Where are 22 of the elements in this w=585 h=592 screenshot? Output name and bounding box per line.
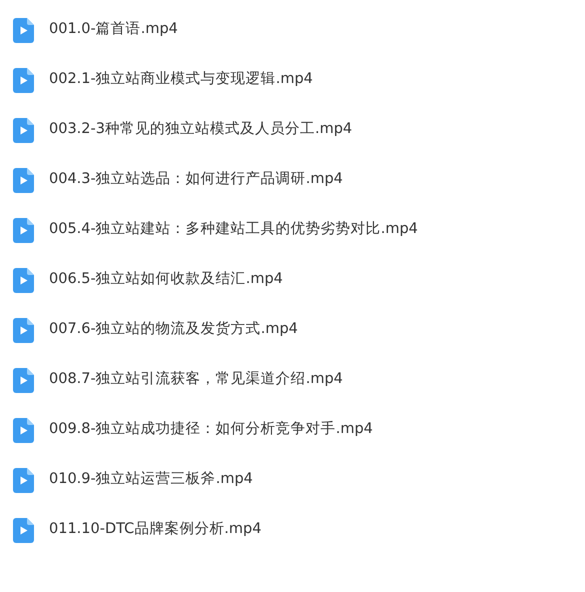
video-file-icon	[13, 318, 34, 342]
file-name[interactable]: 001.0-篇首语.mp4	[49, 19, 178, 41]
video-file-icon	[13, 418, 34, 442]
video-file-icon	[13, 518, 34, 542]
file-name[interactable]: 011.10-DTC品牌案例分析.mp4	[49, 519, 262, 541]
file-name[interactable]: 007.6-独立站的物流及发货方式.mp4	[49, 319, 298, 341]
video-file-icon	[13, 68, 34, 92]
file-name[interactable]: 002.1-独立站商业模式与变现逻辑.mp4	[49, 69, 313, 91]
file-name[interactable]: 006.5-独立站如何收款及结汇.mp4	[49, 269, 283, 291]
video-file-icon	[13, 18, 34, 42]
video-file-icon	[13, 268, 34, 292]
video-file-icon	[13, 168, 34, 192]
file-name[interactable]: 004.3-独立站选品：如何进行产品调研.mp4	[49, 169, 343, 191]
video-file-icon	[13, 118, 34, 142]
video-file-icon	[13, 218, 34, 242]
file-name[interactable]: 005.4-独立站建站：多种建站工具的优势劣势对比.mp4	[49, 219, 418, 241]
video-file-icon	[13, 468, 34, 492]
file-name[interactable]: 010.9-独立站运营三板斧.mp4	[49, 469, 253, 491]
video-file-icon	[13, 368, 34, 392]
file-name[interactable]: 008.7-独立站引流获客，常见渠道介绍.mp4	[49, 369, 343, 391]
file-name[interactable]: 009.8-独立站成功捷径：如何分析竞争对手.mp4	[49, 419, 373, 441]
file-name[interactable]: 003.2-3种常见的独立站模式及人员分工.mp4	[49, 119, 352, 141]
